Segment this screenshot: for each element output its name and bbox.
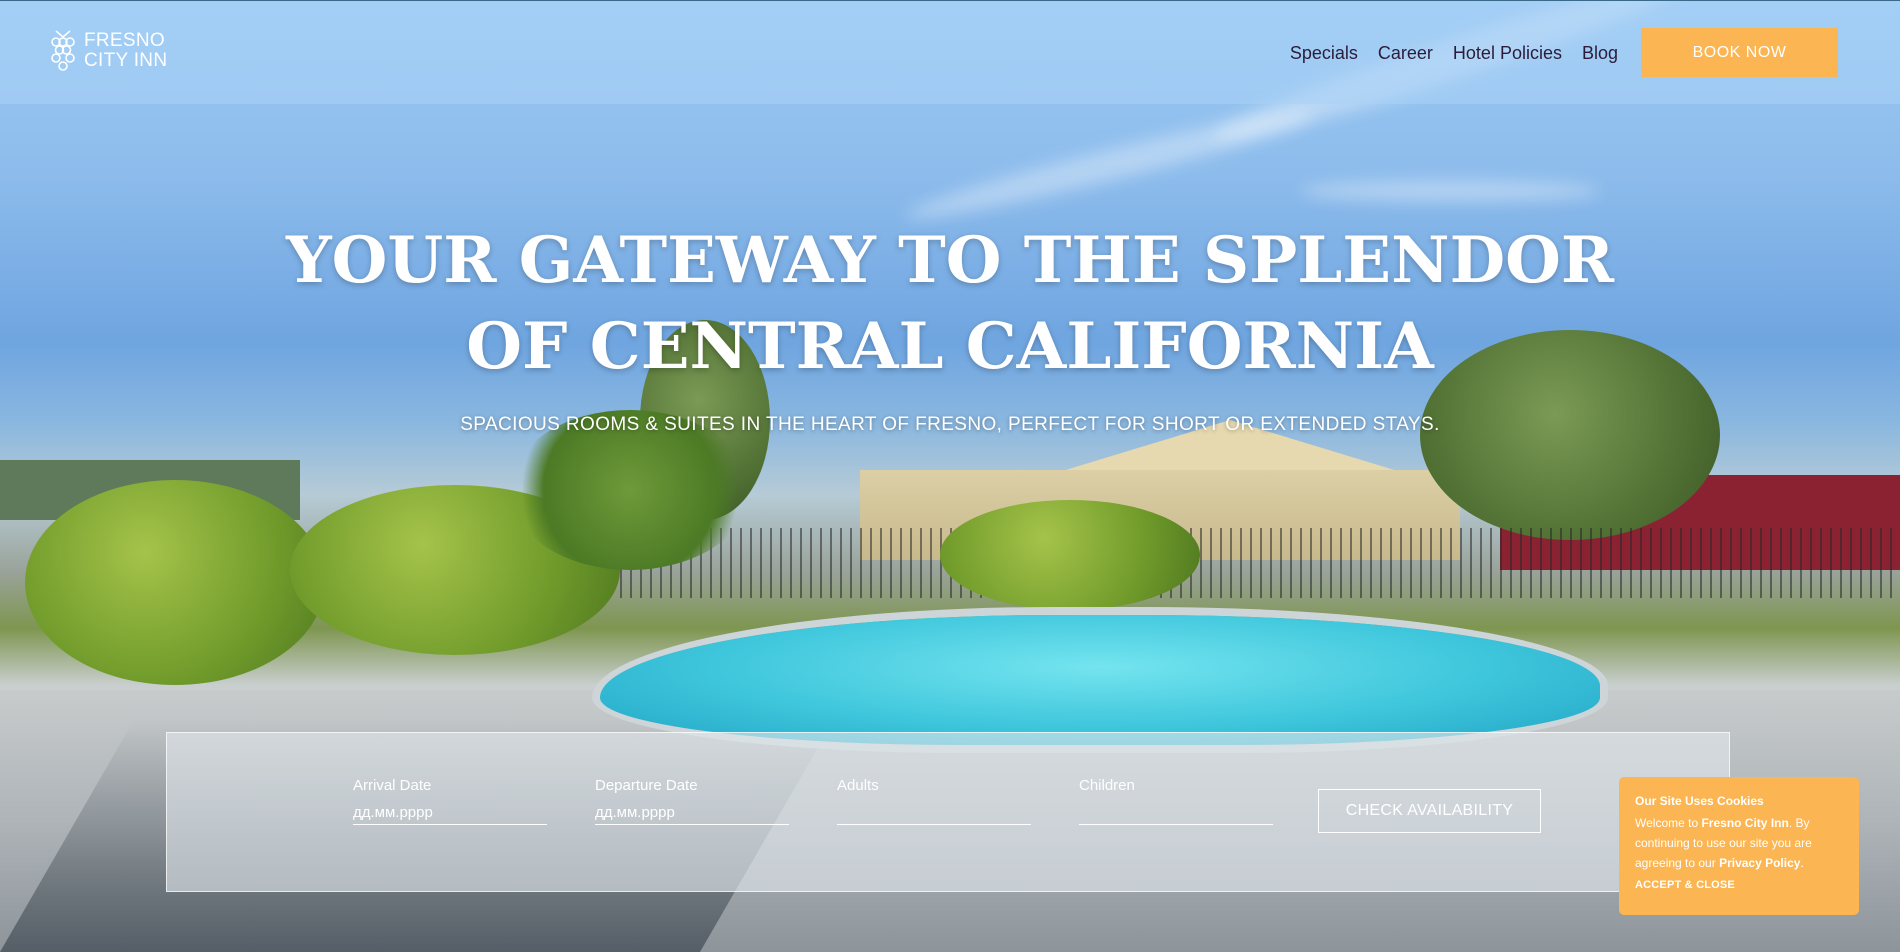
grape-cluster-icon <box>48 27 78 75</box>
shrub <box>940 500 1200 610</box>
adults-label: Adults <box>837 777 879 794</box>
booking-form: Arrival Date Departure Date Adults Child… <box>166 732 1730 892</box>
arrival-date-input[interactable] <box>353 800 547 825</box>
children-input[interactable] <box>1079 800 1273 825</box>
cookie-welcome: Welcome to <box>1635 816 1702 830</box>
nav-specials[interactable]: Specials <box>1290 43 1358 64</box>
arrival-date-field: Arrival Date <box>353 777 547 825</box>
children-field: Children <box>1079 777 1273 825</box>
cookie-banner: Our Site Uses Cookies Welcome to Fresno … <box>1619 777 1859 915</box>
adults-input[interactable] <box>837 800 1031 825</box>
cookie-brand-name: Fresno City Inn <box>1701 816 1789 830</box>
site-header: FRESNO CITY INN Specials Career Hotel Po… <box>0 0 1900 104</box>
adults-field: Adults <box>837 777 1031 825</box>
main-nav: Specials Career Hotel Policies Blog <box>1290 43 1618 64</box>
nav-blog[interactable]: Blog <box>1582 43 1618 64</box>
swimming-pool <box>600 615 1600 745</box>
check-availability-button[interactable]: CHECK AVAILABILITY <box>1318 789 1541 833</box>
nav-career[interactable]: Career <box>1378 43 1433 64</box>
hero-headline: YOUR GATEWAY TO THE SPLENDOR OF CENTRAL … <box>0 218 1900 390</box>
brand-line-2: CITY INN <box>84 50 168 71</box>
cloud <box>1300 180 1600 202</box>
hero-subheadline: SPACIOUS ROOMS & SUITES IN THE HEART OF … <box>460 414 1440 435</box>
shrub <box>25 480 325 685</box>
departure-date-field: Departure Date <box>595 777 789 825</box>
privacy-policy-link[interactable]: Privacy Policy <box>1719 856 1800 870</box>
book-now-button[interactable]: BOOK NOW <box>1641 28 1838 77</box>
departure-date-input[interactable] <box>595 800 789 825</box>
headline-line-2: OF CENTRAL CALIFORNIA <box>466 309 1434 384</box>
headline-line-1: YOUR GATEWAY TO THE SPLENDOR <box>285 223 1615 298</box>
departure-date-label: Departure Date <box>595 777 698 794</box>
nav-hotel-policies[interactable]: Hotel Policies <box>1453 43 1562 64</box>
accept-close-button[interactable]: ACCEPT & CLOSE <box>1635 875 1843 895</box>
pool-fence <box>620 528 1900 598</box>
cookie-title: Our Site Uses Cookies <box>1635 794 1764 808</box>
cloud <box>902 99 1318 231</box>
brand-line-1: FRESNO <box>84 30 165 51</box>
arrival-date-label: Arrival Date <box>353 777 432 794</box>
brand-logo[interactable]: FRESNO CITY INN <box>48 27 167 75</box>
brand-name: FRESNO CITY INN <box>84 31 167 71</box>
cookie-end: . <box>1800 856 1804 870</box>
children-label: Children <box>1079 777 1135 794</box>
